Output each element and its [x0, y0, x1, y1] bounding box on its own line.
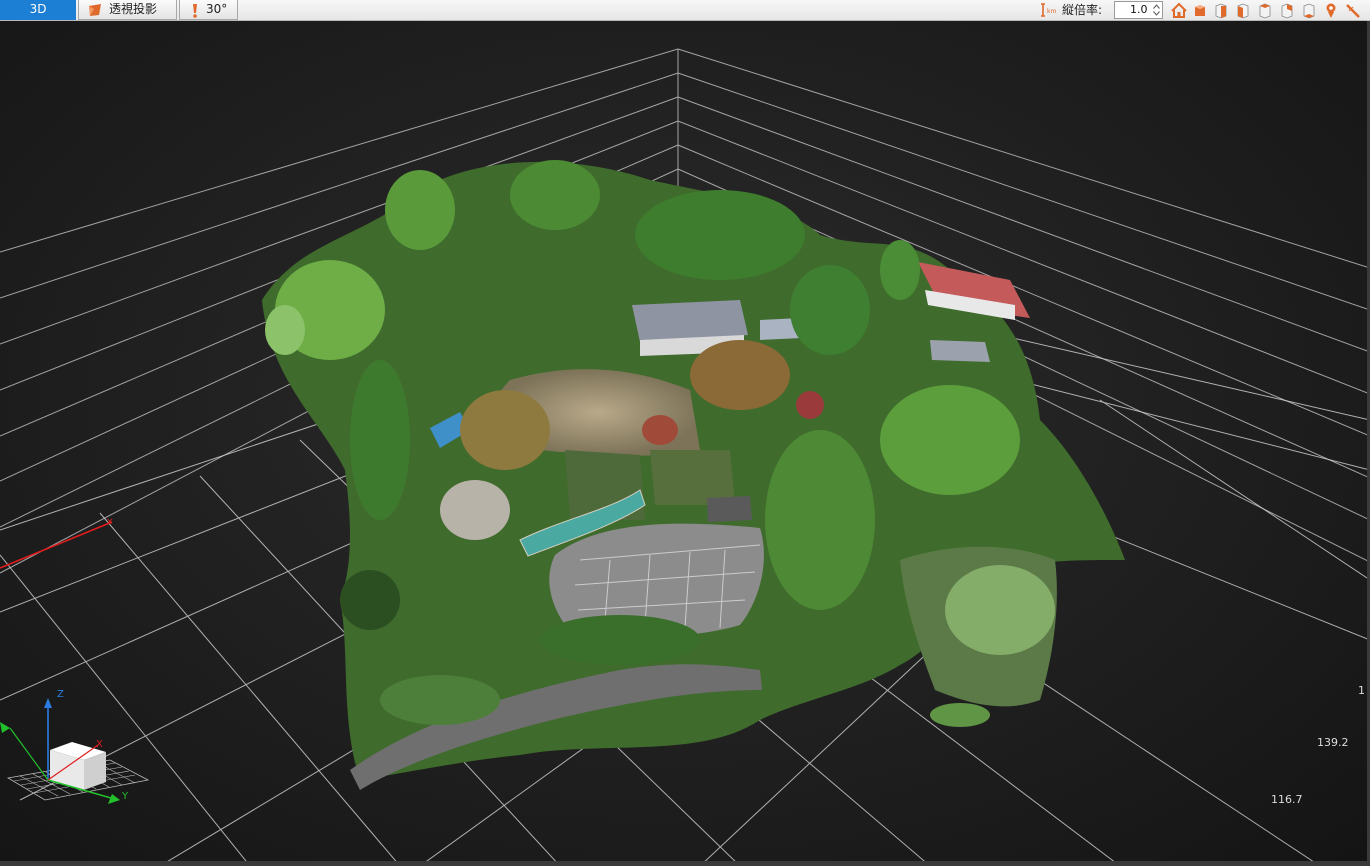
axis-gizmo	[0, 698, 150, 804]
status-strip	[0, 861, 1370, 866]
svg-text:km: km	[1047, 8, 1056, 15]
scale-label-top: 1	[1358, 684, 1365, 697]
view-front-icon[interactable]	[1191, 2, 1209, 19]
vertical-exaggeration-value: 1.0	[1130, 3, 1148, 16]
view-top-icon[interactable]	[1256, 2, 1274, 19]
tab-view-angle[interactable]: 30°	[179, 0, 238, 20]
view-back-icon[interactable]	[1278, 2, 1296, 19]
scale-label-middle: 139.2	[1317, 736, 1349, 749]
measure-icon[interactable]	[1344, 2, 1362, 19]
axis-x-label: X	[96, 739, 103, 750]
spin-up-icon[interactable]	[1152, 3, 1161, 10]
exclamation-icon	[193, 4, 197, 18]
axis-y-label: Y	[122, 791, 129, 802]
tab-angle-label: 30°	[206, 2, 228, 16]
vertical-exaggeration-label: 縦倍率:	[1062, 3, 1103, 17]
home-icon[interactable]	[1170, 2, 1188, 19]
3d-viewport[interactable]: × Z X Y 1 139.2 116.7	[0, 21, 1370, 861]
vertical-exaggeration-icon: km	[1041, 3, 1056, 17]
view-bottom-icon[interactable]	[1300, 2, 1318, 19]
projection-icon	[89, 4, 101, 16]
marker-icon[interactable]	[1322, 2, 1340, 19]
spin-down-icon[interactable]	[1152, 10, 1161, 17]
vertical-exaggeration-spinbox[interactable]: 1.0	[1114, 1, 1163, 19]
x-axis-line	[0, 521, 113, 569]
tab-3d[interactable]: 3D	[0, 0, 76, 20]
view-toolbar: 3D 透視投影 30° km 縦倍率: 1.0	[0, 0, 1370, 21]
point-cloud-scene: ×	[0, 48, 1370, 861]
tab-perspective-label: 透視投影	[109, 2, 158, 16]
tab-perspective-projection[interactable]: 透視投影	[78, 0, 177, 20]
svg-text:×: ×	[106, 517, 114, 527]
view-left-icon[interactable]	[1234, 2, 1252, 19]
axis-z-label: Z	[57, 689, 64, 700]
scale-label-bottom: 116.7	[1271, 793, 1303, 806]
point-cloud-model	[262, 160, 1125, 790]
view-right-icon[interactable]	[1212, 2, 1230, 19]
